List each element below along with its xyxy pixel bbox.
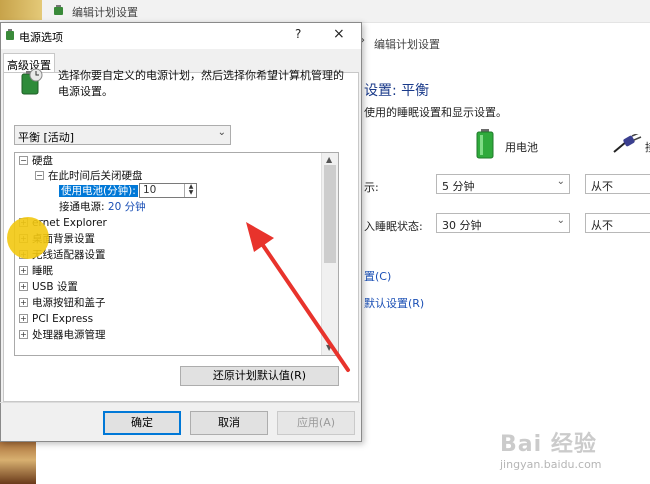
scroll-thumb[interactable] (324, 165, 336, 263)
expand-icon[interactable]: + (19, 282, 28, 291)
close-button[interactable]: × (333, 26, 345, 42)
tree-item-pci-express[interactable]: + PCI Express (19, 312, 93, 327)
watermark-logo: Bai 经验 (500, 432, 597, 457)
sleep-plugged-select[interactable]: 从不 (585, 213, 650, 233)
power-options-icon (54, 5, 63, 15)
taskbar-thumbnail (0, 0, 42, 20)
spin-arrows-icon[interactable]: ▲ ▼ (184, 184, 197, 197)
breadcrumb: › 编辑计划设置 (360, 30, 650, 56)
expand-icon[interactable]: + (19, 330, 28, 339)
taskbar-thumbnail-bottom (0, 436, 36, 484)
collapse-icon[interactable]: − (35, 171, 44, 180)
battery-icon (476, 129, 494, 159)
chevron-down-icon: ⌄ (556, 215, 565, 226)
display-off-battery-select[interactable]: 5 分钟 ⌄ (436, 174, 570, 194)
chevron-down-icon: ⌄ (217, 127, 226, 138)
scroll-down-icon[interactable]: ▼ (326, 343, 332, 352)
tree-item-hard-disk[interactable]: − 硬盘 (19, 154, 53, 169)
tree-item-power-buttons[interactable]: + 电源按钮和盖子 (19, 296, 106, 311)
page-title: 设置: 平衡 (364, 83, 430, 99)
tree-scrollbar[interactable]: ▲ ▼ (321, 153, 338, 355)
sleep-battery-select[interactable]: 30 分钟 ⌄ (436, 213, 570, 233)
ok-button[interactable]: 确定 (103, 411, 181, 435)
restore-plan-defaults-button[interactable]: 还原计划默认值(R) (180, 366, 339, 386)
on-battery-minutes-stepper[interactable]: 10 ▲ ▼ (139, 183, 197, 198)
tree-item-plugged-in[interactable]: 接通电源: 20 分钟 (59, 200, 146, 215)
tree-item-sleep[interactable]: + 睡眠 (19, 264, 53, 279)
on-battery-column-label: 用电池 (505, 141, 538, 154)
display-off-label: 示: (364, 181, 379, 194)
power-plan-value: 平衡 [活动] (18, 131, 75, 144)
tree-item-turn-off-hard-disk[interactable]: − 在此时间后关闭硬盘 (35, 169, 143, 184)
display-off-plugged-select[interactable]: 从不 (585, 174, 650, 194)
plugged-in-column-label: 接 (645, 139, 650, 155)
power-plan-icon (21, 68, 43, 95)
help-button[interactable]: ? (295, 27, 301, 41)
power-plug-icon (613, 134, 642, 153)
page-subtitle: 使用的睡眠设置和显示设置。 (364, 106, 507, 119)
tree-item-usb[interactable]: + USB 设置 (19, 280, 78, 295)
tree-item-on-battery[interactable]: 使用电池(分钟): (59, 184, 138, 199)
restore-default-settings-link[interactable]: 默认设置(R) (364, 295, 424, 311)
dialog-title-bar[interactable]: 电源选项 ? × (1, 23, 361, 49)
dialog-divider (0, 402, 360, 403)
settings-tree[interactable]: − 硬盘 − 在此时间后关闭硬盘 使用电池(分钟): 10 ▲ ▼ 接通电源: 20 … (14, 152, 339, 356)
apply-button[interactable]: 应用(A) (277, 411, 355, 435)
expand-icon[interactable]: + (19, 266, 28, 275)
expand-icon[interactable]: + (19, 314, 28, 323)
sleep-label: 入睡眠状态: (364, 220, 423, 233)
dialog-title: 电源选项 (19, 31, 63, 44)
power-plan-select[interactable]: 平衡 [活动] ⌄ (14, 125, 231, 145)
expand-icon[interactable]: + (19, 298, 28, 307)
change-advanced-settings-link[interactable]: 置(C) (364, 268, 391, 284)
power-options-icon (6, 29, 14, 40)
tree-item-processor[interactable]: + 处理器电源管理 (19, 328, 106, 343)
collapse-icon[interactable]: − (19, 156, 28, 165)
cancel-button[interactable]: 取消 (190, 411, 268, 435)
chevron-down-icon: ⌄ (556, 176, 565, 187)
cursor-highlight (7, 217, 49, 259)
breadcrumb-current[interactable]: 编辑计划设置 (374, 36, 440, 52)
dialog-description: 选择你要自定义的电源计划，然后选择你希望计算机管理的电源设置。 (58, 69, 344, 98)
watermark-url: jingyan.baidu.com (500, 458, 602, 471)
scroll-up-icon[interactable]: ▲ (326, 155, 332, 164)
window-title: 编辑计划设置 (72, 6, 138, 19)
